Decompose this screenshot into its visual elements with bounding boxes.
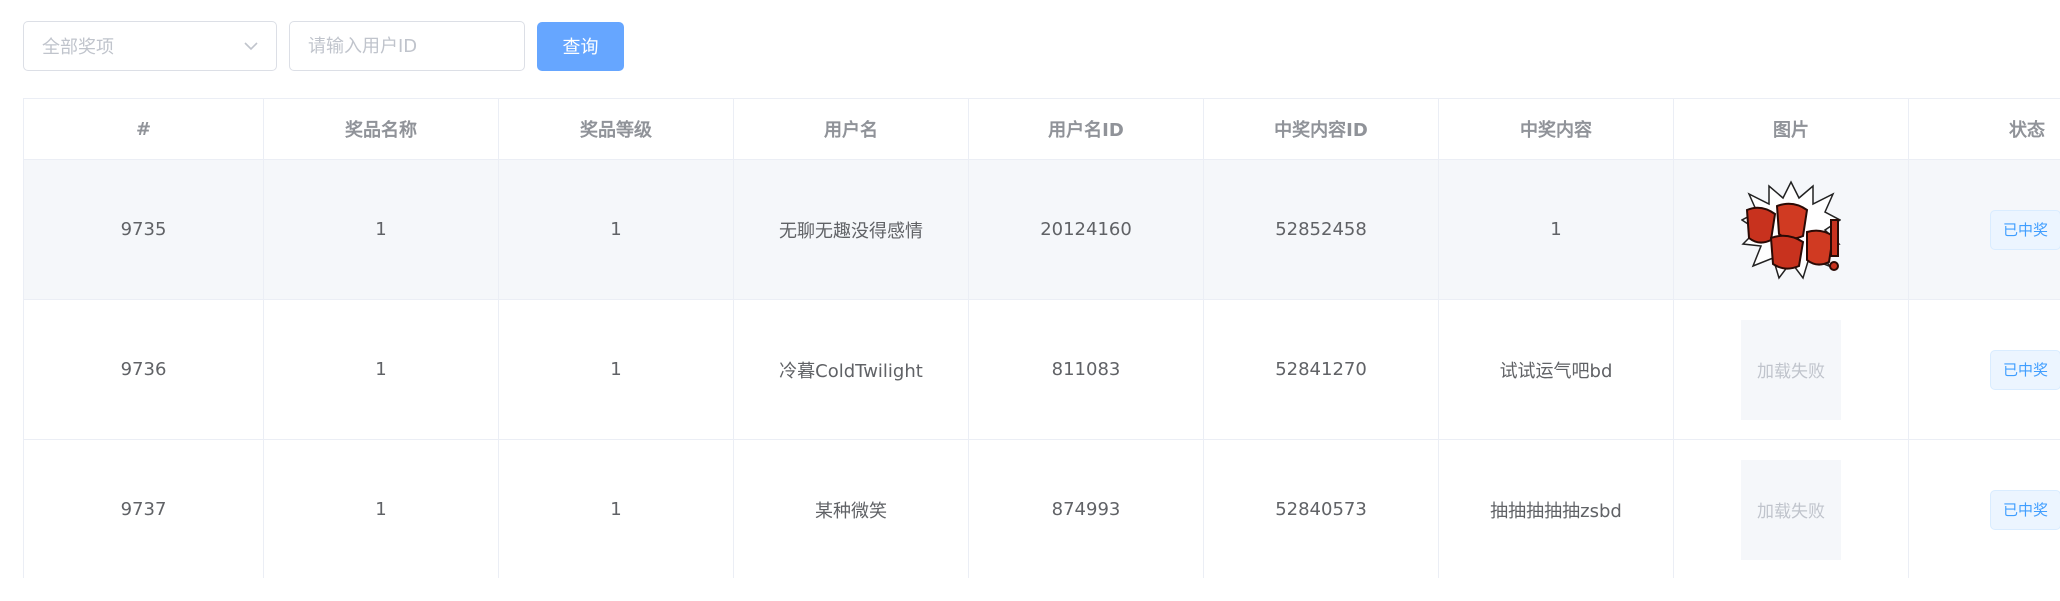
user-id-input[interactable] bbox=[289, 21, 525, 71]
cell-content: 1 bbox=[1438, 159, 1674, 300]
filter-bar: 全部奖项 查询 bbox=[23, 21, 624, 71]
cell-id: 9737 bbox=[23, 439, 264, 578]
col-header-image: 图片 bbox=[1673, 98, 1909, 160]
cell-prize-level: 1 bbox=[498, 159, 734, 300]
status-badge: 已中奖 bbox=[1990, 209, 2060, 250]
table-header-row: # 奖品名称 奖品等级 用户名 用户名ID 中奖内容ID 中奖内容 图片 状态 bbox=[23, 98, 2060, 160]
cell-image: 加载失败 bbox=[1673, 299, 1909, 440]
cell-content-id: 52852458 bbox=[1203, 159, 1439, 300]
cell-content-id: 52841270 bbox=[1203, 299, 1439, 440]
query-button[interactable]: 查询 bbox=[537, 21, 624, 71]
col-header-status: 状态 bbox=[1908, 98, 2060, 160]
cell-prize-name: 1 bbox=[263, 439, 499, 578]
cell-id: 9735 bbox=[23, 159, 264, 300]
cell-status: 已中奖 bbox=[1908, 159, 2060, 300]
col-header-username: 用户名 bbox=[733, 98, 969, 160]
cell-content-id: 52840573 bbox=[1203, 439, 1439, 578]
image-load-failed[interactable]: 加载失败 bbox=[1741, 319, 1841, 420]
image-load-failed[interactable]: 加载失败 bbox=[1741, 459, 1841, 560]
cell-status: 已中奖 bbox=[1908, 439, 2060, 578]
cell-status: 已中奖 bbox=[1908, 299, 2060, 440]
col-header-content: 中奖内容 bbox=[1438, 98, 1674, 160]
table-row: 9735 1 1 无聊无趣没得感情 20124160 52852458 1 已中… bbox=[23, 159, 2060, 300]
cell-user-id: 20124160 bbox=[968, 159, 1204, 300]
cell-username: 某种微笑 bbox=[733, 439, 969, 578]
table-row: 9736 1 1 冷暮ColdTwilight 811083 52841270 … bbox=[23, 299, 2060, 440]
winners-table: # 奖品名称 奖品等级 用户名 用户名ID 中奖内容ID 中奖内容 图片 状态 … bbox=[23, 98, 2060, 578]
table-row: 9737 1 1 某种微笑 874993 52840573 抽抽抽抽抽zsbd … bbox=[23, 439, 2060, 578]
award-select-placeholder: 全部奖项 bbox=[42, 37, 114, 58]
col-header-user-id: 用户名ID bbox=[968, 98, 1204, 160]
cell-user-id: 811083 bbox=[968, 299, 1204, 440]
cell-image: 加载失败 bbox=[1673, 439, 1909, 578]
cell-prize-level: 1 bbox=[498, 299, 734, 440]
cell-image bbox=[1673, 159, 1909, 300]
cell-prize-name: 1 bbox=[263, 299, 499, 440]
status-badge: 已中奖 bbox=[1990, 349, 2060, 390]
comic-burst-image bbox=[1741, 179, 1841, 280]
col-header-prize-name: 奖品名称 bbox=[263, 98, 499, 160]
chevron-down-icon bbox=[241, 36, 261, 56]
cell-id: 9736 bbox=[23, 299, 264, 440]
cell-content: 试试运气吧bd bbox=[1438, 299, 1674, 440]
cell-user-id: 874993 bbox=[968, 439, 1204, 578]
status-badge: 已中奖 bbox=[1990, 489, 2060, 530]
prize-image[interactable] bbox=[1741, 179, 1841, 280]
cell-username: 无聊无趣没得感情 bbox=[733, 159, 969, 300]
cell-content: 抽抽抽抽抽zsbd bbox=[1438, 439, 1674, 578]
cell-username: 冷暮ColdTwilight bbox=[733, 299, 969, 440]
cell-prize-level: 1 bbox=[498, 439, 734, 578]
award-select[interactable]: 全部奖项 bbox=[23, 21, 277, 71]
col-header-prize-level: 奖品等级 bbox=[498, 98, 734, 160]
cell-prize-name: 1 bbox=[263, 159, 499, 300]
col-header-content-id: 中奖内容ID bbox=[1203, 98, 1439, 160]
col-header-index: # bbox=[23, 98, 264, 160]
